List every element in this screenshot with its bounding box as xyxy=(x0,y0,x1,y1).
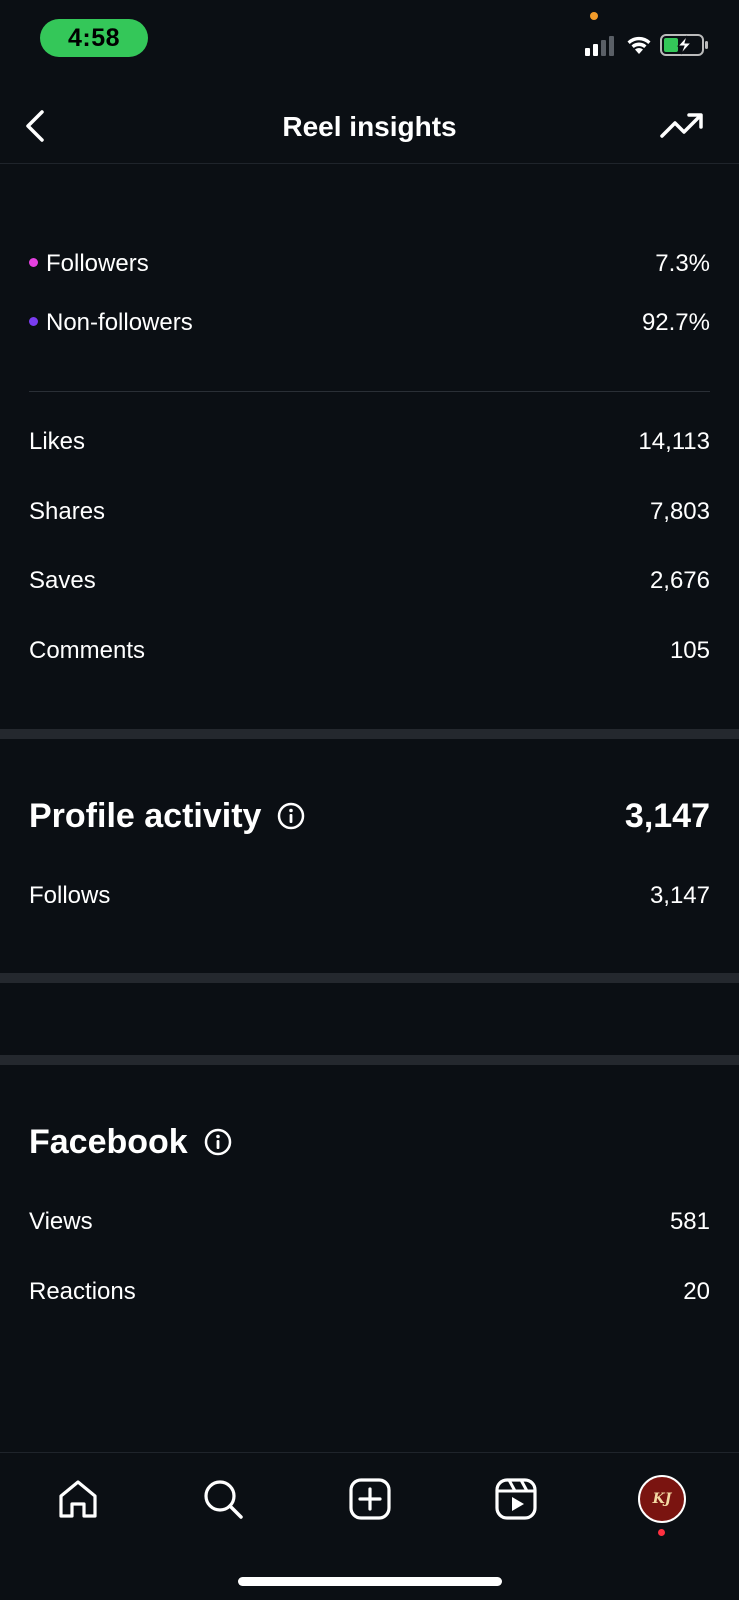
profile-activity-total: 3,147 xyxy=(624,797,710,835)
interaction-row-shares: Shares 7,803 xyxy=(29,494,710,530)
section-title: Facebook xyxy=(29,1122,188,1161)
reels-icon xyxy=(495,1478,537,1520)
metric-label: Reactions xyxy=(29,1278,136,1305)
audience-label: Non-followers xyxy=(46,309,193,336)
audience-label: Followers xyxy=(46,250,149,277)
non-followers-legend-dot xyxy=(29,317,38,327)
interaction-row-likes: Likes 14,113 xyxy=(29,424,710,460)
metric-label: Views xyxy=(29,1208,93,1235)
metric-value: 581 xyxy=(669,1208,710,1235)
wifi-icon xyxy=(627,36,651,54)
profile-activity-header: Profile activity xyxy=(29,794,305,838)
home-indicator[interactable] xyxy=(238,1577,502,1586)
followers-legend-dot xyxy=(29,258,38,268)
metric-label: Likes xyxy=(29,428,86,455)
metric-value: 14,113 xyxy=(638,428,710,455)
metric-value: 2,676 xyxy=(649,567,710,594)
section-separator xyxy=(0,973,739,983)
metric-label: Follows xyxy=(29,882,111,909)
divider xyxy=(29,391,710,392)
search-icon xyxy=(204,1480,243,1519)
facebook-row-views: Views 581 xyxy=(29,1204,710,1240)
metric-value: 20 xyxy=(683,1278,710,1305)
nav-profile[interactable]: KJ xyxy=(638,1475,686,1523)
create-icon xyxy=(349,1478,391,1520)
top-bar: Reel insights xyxy=(0,90,739,164)
metric-value: 3,147 xyxy=(649,882,710,909)
nav-reels[interactable] xyxy=(492,1475,540,1523)
status-time: 4:58 xyxy=(40,19,148,57)
page-title: Reel insights xyxy=(282,111,457,142)
facebook-row-reactions: Reactions 20 xyxy=(29,1274,710,1310)
nav-search[interactable] xyxy=(199,1475,247,1523)
home-icon xyxy=(59,1480,97,1518)
profile-activity-row-follows: Follows 3,147 xyxy=(29,878,710,914)
metric-value: 105 xyxy=(669,637,710,664)
facebook-header: Facebook xyxy=(29,1120,232,1164)
trending-up-icon xyxy=(660,113,703,138)
metric-label: Shares xyxy=(29,498,106,525)
audience-row-followers: Followers 7.3% xyxy=(29,246,710,282)
section-title: Profile activity xyxy=(29,796,262,835)
metric-value: 7,803 xyxy=(649,498,710,525)
audience-value: 7.3% xyxy=(655,250,710,277)
metric-label: Comments xyxy=(29,637,146,664)
nav-create[interactable] xyxy=(346,1475,394,1523)
profile-avatar: KJ xyxy=(638,1475,686,1523)
nav-home[interactable] xyxy=(54,1475,102,1523)
section-separator xyxy=(0,729,739,739)
status-bar: 4:58 xyxy=(0,0,739,70)
metric-label: Saves xyxy=(29,567,96,594)
audience-value: 92.7% xyxy=(641,309,710,336)
interaction-row-saves: Saves 2,676 xyxy=(29,563,710,599)
info-icon[interactable] xyxy=(277,802,305,830)
info-icon[interactable] xyxy=(204,1128,232,1156)
section-separator xyxy=(0,1055,739,1065)
audience-row-non-followers: Non-followers 92.7% xyxy=(29,305,710,341)
battery-charging-icon xyxy=(660,34,708,56)
interaction-row-comments: Comments 105 xyxy=(29,633,710,669)
notification-dot xyxy=(658,1529,665,1536)
signal-icon xyxy=(585,36,614,56)
privacy-indicator-dot xyxy=(590,12,598,20)
trend-button[interactable] xyxy=(659,108,705,144)
